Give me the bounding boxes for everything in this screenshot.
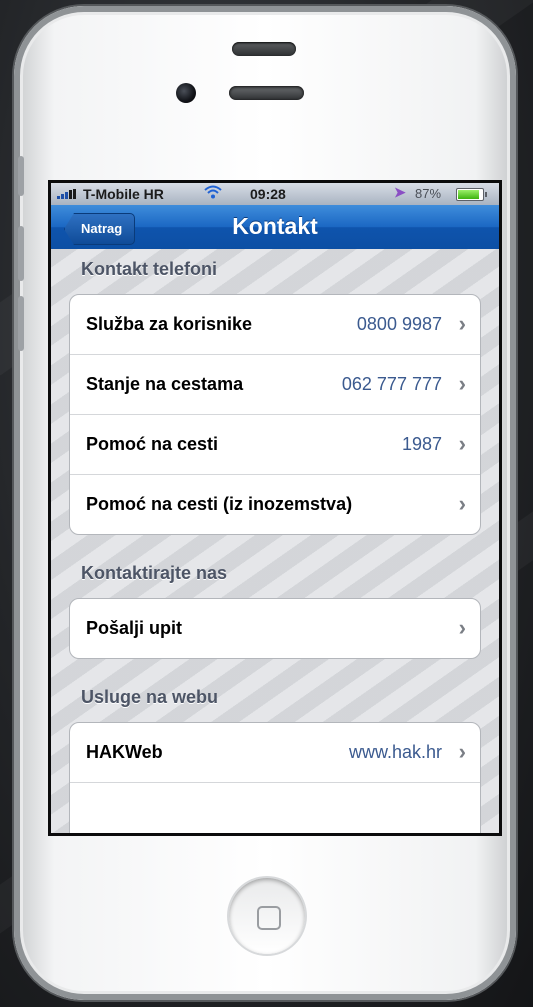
battery-level-fill <box>458 190 479 199</box>
volume-down-button <box>18 296 24 351</box>
phones-group: Služba za korisnike 0800 9987 › Stanje n… <box>69 294 481 535</box>
signal-icon <box>57 189 79 199</box>
battery-percent: 87% <box>415 186 442 201</box>
list-item-road-conditions[interactable]: Stanje na cestama 062 777 777 › <box>70 355 480 415</box>
cell-label: Stanje na cestama <box>86 374 244 394</box>
chevron-right-icon: › <box>458 431 466 456</box>
chevron-right-icon: › <box>458 311 466 336</box>
front-camera <box>176 83 196 103</box>
status-time: 09:28 <box>250 186 286 202</box>
section-header-web: Usluge na webu <box>81 687 219 707</box>
list-item-roadside-assistance-abroad[interactable]: Pomoć na cesti (iz inozemstva) › <box>70 475 480 534</box>
chevron-right-icon: › <box>458 615 466 640</box>
volume-up-button <box>18 226 24 281</box>
cell-value: 062 777 777 <box>341 374 442 394</box>
list-item-roadside-assistance[interactable]: Pomoć na cesti 1987 › <box>70 415 480 475</box>
list-item-send-inquiry[interactable]: Pošalji upit › <box>70 599 480 658</box>
status-bar: T-Mobile HR 09:28 ➤ 87% <box>51 183 499 205</box>
location-icon: ➤ <box>394 184 406 200</box>
phone-screen: T-Mobile HR 09:28 ➤ 87% Natrag Kontakt K… <box>48 180 502 836</box>
cell-label: Služba za korisnike <box>86 314 253 334</box>
carrier-name: T-Mobile HR <box>83 186 164 202</box>
settings-list[interactable]: Kontakt telefoni Služba za korisnike 080… <box>51 249 499 833</box>
web-group: HAKWeb www.hak.hr › <box>69 722 481 833</box>
wifi-icon <box>204 185 222 202</box>
list-item-hakweb[interactable]: HAKWeb www.hak.hr › <box>70 723 480 783</box>
navigation-bar: Natrag Kontakt <box>51 205 499 249</box>
page-title: Kontakt <box>232 213 318 239</box>
chevron-right-icon: › <box>458 491 466 516</box>
earpiece <box>229 86 304 100</box>
chevron-right-icon: › <box>458 371 466 396</box>
cell-label: Pomoć na cesti (iz inozemstva) <box>86 494 353 514</box>
top-speaker <box>232 42 296 56</box>
cell-label: HAKWeb <box>86 742 163 762</box>
cell-label: Pošalji upit <box>86 618 183 638</box>
list-item-partial[interactable] <box>70 783 480 833</box>
section-header-phones: Kontakt telefoni <box>81 259 218 279</box>
cell-label: Pomoć na cesti <box>86 434 219 454</box>
battery-icon <box>456 188 487 201</box>
list-item-customer-service[interactable]: Služba za korisnike 0800 9987 › <box>70 295 480 355</box>
cell-value: www.hak.hr <box>348 742 442 762</box>
mute-switch <box>18 156 24 196</box>
cell-value: 0800 9987 <box>356 314 442 334</box>
cell-value: 1987 <box>401 434 442 454</box>
chevron-right-icon: › <box>458 739 466 764</box>
contact-us-group: Pošalji upit › <box>69 598 481 659</box>
home-square-icon <box>257 906 281 930</box>
section-header-contact-us: Kontaktirajte nas <box>81 563 228 583</box>
